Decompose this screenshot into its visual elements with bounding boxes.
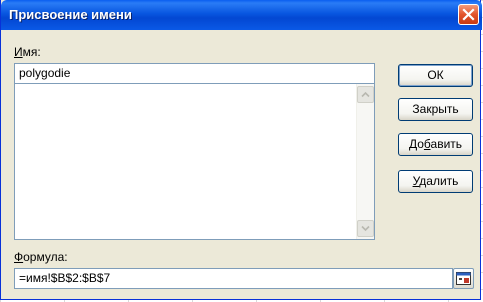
names-list[interactable] — [14, 84, 375, 240]
close-button[interactable]: Закрыть — [398, 98, 473, 121]
name-input[interactable]: polygodie — [14, 63, 375, 84]
define-name-dialog: Присвоение имени Имя: polygodie ОК Закры… — [0, 0, 482, 300]
collapse-dialog-button[interactable] — [453, 268, 474, 289]
dialog-title: Присвоение имени — [9, 7, 132, 22]
formula-input[interactable]: =имя!$B$2:$B$7 — [14, 268, 453, 289]
names-list-scrollbar[interactable] — [356, 84, 374, 239]
collapse-dialog-icon — [456, 272, 471, 285]
close-window-button[interactable] — [458, 4, 479, 25]
scroll-down-button[interactable] — [357, 220, 374, 237]
name-label: Имя: — [14, 45, 41, 59]
close-icon — [462, 8, 475, 21]
scroll-up-icon — [361, 91, 370, 98]
add-button[interactable]: Добавить — [398, 133, 473, 156]
scroll-down-icon — [361, 225, 370, 232]
delete-button[interactable]: Удалить — [398, 170, 473, 193]
title-bar[interactable]: Присвоение имени — [1, 0, 482, 30]
formula-label: Формула: — [14, 250, 68, 264]
ok-button[interactable]: ОК — [398, 64, 473, 87]
scroll-up-button[interactable] — [357, 86, 374, 103]
